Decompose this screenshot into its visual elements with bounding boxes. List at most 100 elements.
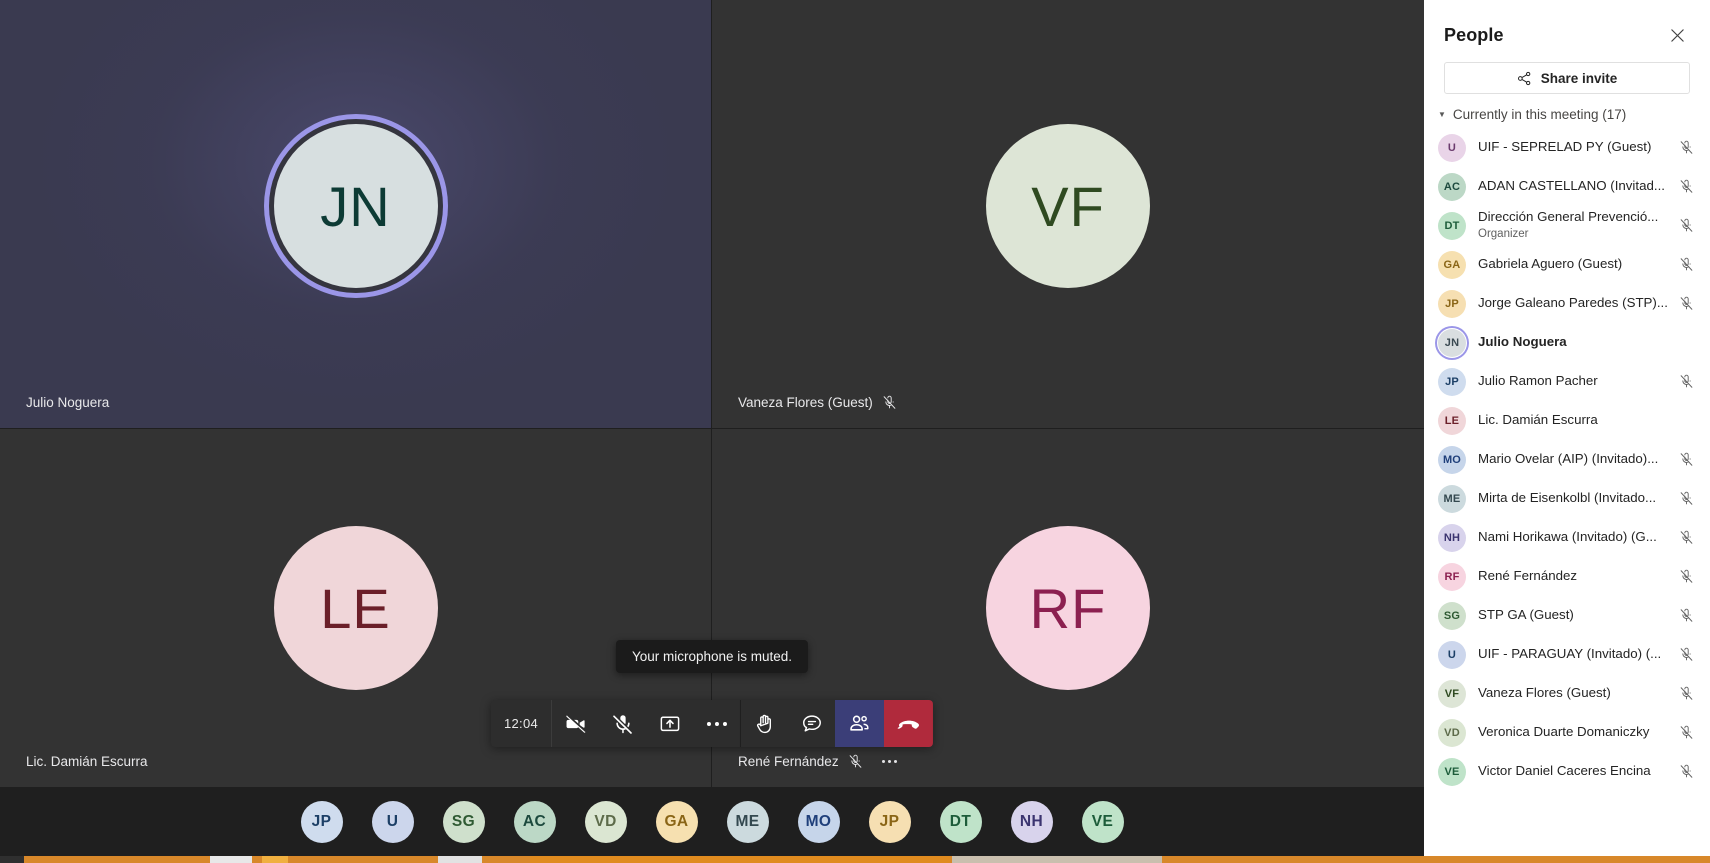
participant-muted-icon[interactable] bbox=[1676, 296, 1696, 311]
tile-more-options-button[interactable] bbox=[878, 757, 902, 766]
more-options-button[interactable] bbox=[693, 700, 740, 747]
roster-avatar[interactable]: DT bbox=[939, 801, 982, 843]
participant-row[interactable]: VF Vaneza Flores (Guest) bbox=[1424, 674, 1710, 713]
participant-name: UIF - SEPRELAD PY (Guest) bbox=[1478, 139, 1652, 155]
participant-name: Julio Ramon Pacher bbox=[1478, 373, 1598, 389]
roster-avatar[interactable]: AC bbox=[513, 801, 556, 843]
share-invite-button[interactable]: Share invite bbox=[1444, 62, 1690, 94]
participant-muted-icon[interactable] bbox=[1676, 725, 1696, 740]
participant-row[interactable]: U UIF - PARAGUAY (Invitado) (... bbox=[1424, 635, 1710, 674]
mic-off-icon bbox=[1680, 491, 1692, 505]
participant-row[interactable]: AC ADAN CASTELLANO (Invitad... bbox=[1424, 167, 1710, 206]
teams-meeting-window: JN Julio Noguera VF Vaneza Flores (Guest) LE… bbox=[0, 0, 1710, 863]
video-tile[interactable]: JN Julio Noguera bbox=[0, 0, 711, 428]
roster-avatar[interactable]: SG bbox=[442, 801, 485, 843]
participant-name-block: René Fernández bbox=[1478, 568, 1676, 585]
participant-muted-icon[interactable] bbox=[1676, 608, 1696, 623]
section-label: Currently in this meeting (17) bbox=[1452, 107, 1627, 122]
participant-name-block: Victor Daniel Caceres Encina bbox=[1478, 763, 1676, 780]
currently-in-meeting-section-header[interactable]: ▼ Currently in this meeting (17) bbox=[1424, 94, 1710, 128]
people-icon bbox=[850, 715, 869, 731]
participant-row[interactable]: JN Julio Noguera bbox=[1424, 323, 1710, 362]
participant-row[interactable]: ME Mirta de Eisenkolbl (Invitado... bbox=[1424, 479, 1710, 518]
roster-avatar[interactable]: JP bbox=[300, 801, 343, 843]
control-group-secondary bbox=[741, 700, 934, 747]
participant-name-block: Nami Horikawa (Invitado) (G... bbox=[1478, 529, 1676, 546]
participant-avatar: NH bbox=[1438, 523, 1466, 552]
roster-avatar[interactable]: U bbox=[371, 801, 414, 843]
roster-avatar[interactable]: GA bbox=[655, 801, 698, 843]
participant-name: René Fernández bbox=[738, 754, 839, 769]
microphone-muted-button[interactable] bbox=[599, 700, 646, 747]
control-group-primary bbox=[552, 700, 742, 747]
roster-avatar[interactable]: VE bbox=[1081, 801, 1124, 843]
video-tile[interactable]: VF Vaneza Flores (Guest) bbox=[712, 0, 1424, 428]
participant-name-block: Julio Ramon Pacher bbox=[1478, 373, 1676, 390]
camera-off-button[interactable] bbox=[552, 700, 599, 747]
chat-button[interactable] bbox=[788, 700, 835, 747]
people-panel-header: People bbox=[1424, 0, 1710, 58]
hang-up-button[interactable] bbox=[884, 700, 934, 747]
participant-avatar: JN bbox=[1438, 328, 1466, 357]
participant-muted-icon[interactable] bbox=[1676, 140, 1696, 155]
raise-hand-button[interactable] bbox=[741, 700, 788, 747]
participant-name: Lic. Damián Escurra bbox=[26, 754, 148, 769]
microphone-muted-toast: Your microphone is muted. bbox=[615, 640, 809, 673]
share-screen-button[interactable] bbox=[646, 700, 693, 747]
roster-avatar[interactable]: JP bbox=[868, 801, 911, 843]
participant-avatar: VD bbox=[1438, 718, 1466, 747]
participant-name: Victor Daniel Caceres Encina bbox=[1478, 763, 1651, 779]
participant-row[interactable]: VE Victor Daniel Caceres Encina bbox=[1424, 752, 1710, 791]
participant-row[interactable]: JP Julio Ramon Pacher bbox=[1424, 362, 1710, 401]
participant-row[interactable]: RF René Fernández bbox=[1424, 557, 1710, 596]
people-panel-title: People bbox=[1444, 24, 1504, 45]
roster-avatar[interactable]: ME bbox=[726, 801, 769, 843]
participant-row[interactable]: VD Veronica Duarte Domaniczky bbox=[1424, 713, 1710, 752]
roster-avatar[interactable]: VD bbox=[584, 801, 627, 843]
participant-muted-icon[interactable] bbox=[1676, 374, 1696, 389]
roster-avatar[interactable]: MO bbox=[797, 801, 840, 843]
participant-muted-icon[interactable] bbox=[1676, 491, 1696, 506]
mic-off-icon bbox=[1680, 530, 1692, 544]
participant-muted-icon[interactable] bbox=[1676, 764, 1696, 779]
meeting-timer: 12:04 bbox=[491, 700, 553, 747]
participant-muted-icon[interactable] bbox=[1676, 452, 1696, 467]
hang-up-icon bbox=[897, 720, 919, 729]
people-panel: People Share invite ▼ Currently in this bbox=[1424, 0, 1710, 863]
mic-off-icon bbox=[1680, 686, 1692, 700]
participant-muted-icon[interactable] bbox=[1676, 686, 1696, 701]
mic-off-icon bbox=[1680, 452, 1692, 466]
participant-avatar: VE bbox=[1438, 757, 1466, 786]
participant-muted-icon[interactable] bbox=[1676, 569, 1696, 584]
participant-role: Organizer bbox=[1478, 227, 1529, 240]
participant-muted-icon[interactable] bbox=[1676, 218, 1696, 233]
muted-indicator bbox=[848, 754, 863, 769]
participant-muted-icon[interactable] bbox=[1676, 257, 1696, 272]
participant-row[interactable]: JP Jorge Galeano Paredes (STP)... bbox=[1424, 284, 1710, 323]
meeting-control-bar: 12:04 bbox=[490, 700, 934, 747]
participant-row[interactable]: SG STP GA (Guest) bbox=[1424, 596, 1710, 635]
participant-name-block: Julio Noguera bbox=[1478, 334, 1676, 351]
chat-icon bbox=[802, 714, 821, 732]
participant-row[interactable]: DT Dirección General Prevenció... Organize… bbox=[1424, 206, 1710, 245]
mic-off-icon bbox=[1680, 647, 1692, 661]
participant-name-block: Mirta de Eisenkolbl (Invitado... bbox=[1478, 490, 1676, 507]
participant-row[interactable]: NH Nami Horikawa (Invitado) (G... bbox=[1424, 518, 1710, 557]
participant-row[interactable]: LE Lic. Damián Escurra bbox=[1424, 401, 1710, 440]
participant-row[interactable]: U UIF - SEPRELAD PY (Guest) bbox=[1424, 128, 1710, 167]
roster-avatar[interactable]: NH bbox=[1010, 801, 1053, 843]
people-button[interactable] bbox=[835, 700, 885, 747]
participant-name: Veronica Duarte Domaniczky bbox=[1478, 724, 1650, 740]
tile-name-label: Julio Noguera bbox=[26, 395, 109, 410]
mic-off-icon bbox=[612, 713, 633, 734]
participant-name-block: Mario Ovelar (AIP) (Invitado)... bbox=[1478, 451, 1676, 468]
participant-muted-icon[interactable] bbox=[1676, 179, 1696, 194]
participant-muted-icon[interactable] bbox=[1676, 647, 1696, 662]
participant-muted-icon[interactable] bbox=[1676, 530, 1696, 545]
participant-row[interactable]: MO Mario Ovelar (AIP) (Invitado)... bbox=[1424, 440, 1710, 479]
close-panel-button[interactable] bbox=[1664, 22, 1690, 48]
participant-list[interactable]: U UIF - SEPRELAD PY (Guest) AC ADAN CASTELL… bbox=[1424, 128, 1710, 863]
share-screen-icon bbox=[660, 715, 679, 731]
share-icon bbox=[1517, 71, 1531, 85]
participant-row[interactable]: GA Gabriela Aguero (Guest) bbox=[1424, 245, 1710, 284]
